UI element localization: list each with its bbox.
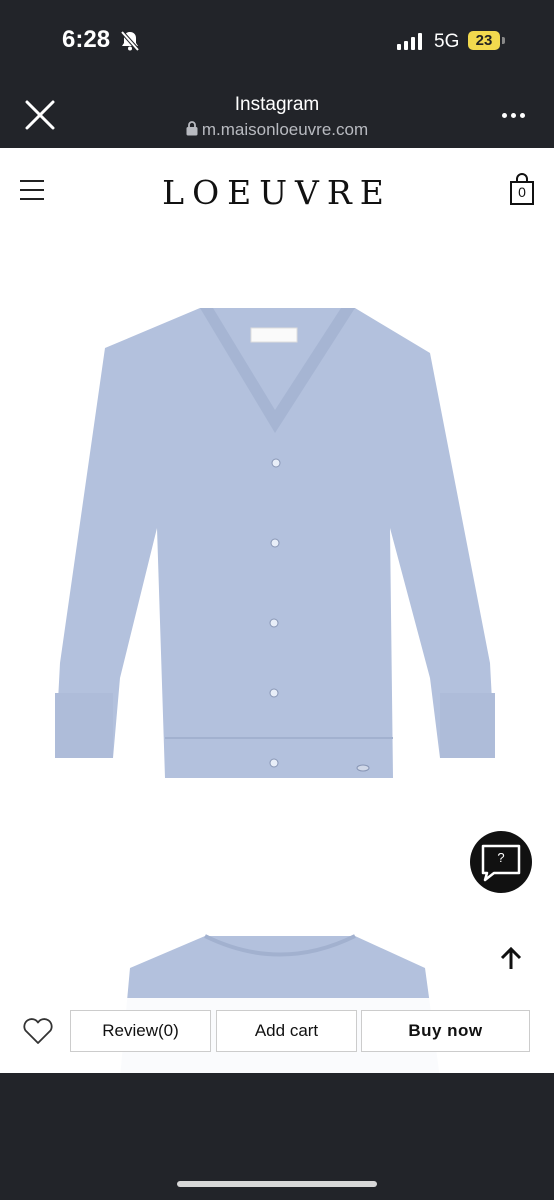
battery-tip bbox=[502, 37, 505, 44]
arrow-up-icon[interactable] bbox=[498, 946, 524, 972]
buy-now-button[interactable]: Buy now bbox=[361, 1010, 530, 1052]
home-indicator[interactable] bbox=[177, 1181, 377, 1187]
status-time: 6:28 bbox=[62, 26, 111, 53]
browser-title: Instagram bbox=[234, 94, 320, 115]
review-button[interactable]: Review(0) bbox=[70, 1010, 211, 1052]
browser-bar: Instagram m.maisonloeuvre.com bbox=[0, 82, 554, 148]
add-cart-button[interactable]: Add cart bbox=[216, 1010, 357, 1052]
cart-count: 0 bbox=[518, 184, 526, 200]
more-icon[interactable] bbox=[500, 106, 530, 124]
shopping-bag-icon[interactable]: 0 bbox=[508, 172, 536, 206]
battery-icon: 23 bbox=[468, 31, 500, 50]
product-image[interactable] bbox=[45, 298, 505, 808]
signal-icon bbox=[397, 33, 422, 50]
brand-logo[interactable]: LOEUVRE bbox=[0, 173, 554, 212]
browser-url-text: m.maisonloeuvre.com bbox=[201, 120, 369, 139]
lock-icon bbox=[186, 121, 198, 136]
network-type: 5G bbox=[434, 31, 460, 52]
status-bar: 6:28 5G 23 bbox=[0, 0, 554, 82]
chat-button[interactable]: ? bbox=[470, 831, 532, 893]
bell-slash-icon bbox=[120, 30, 140, 52]
heart-icon[interactable] bbox=[22, 1016, 54, 1046]
web-page: LOEUVRE 0 ? Review(0) Add cart Buy now bbox=[0, 148, 554, 1073]
chat-label: ? bbox=[497, 850, 505, 865]
action-bar: Review(0) Add cart Buy now bbox=[0, 998, 554, 1073]
browser-url: m.maisonloeuvre.com bbox=[0, 120, 554, 140]
